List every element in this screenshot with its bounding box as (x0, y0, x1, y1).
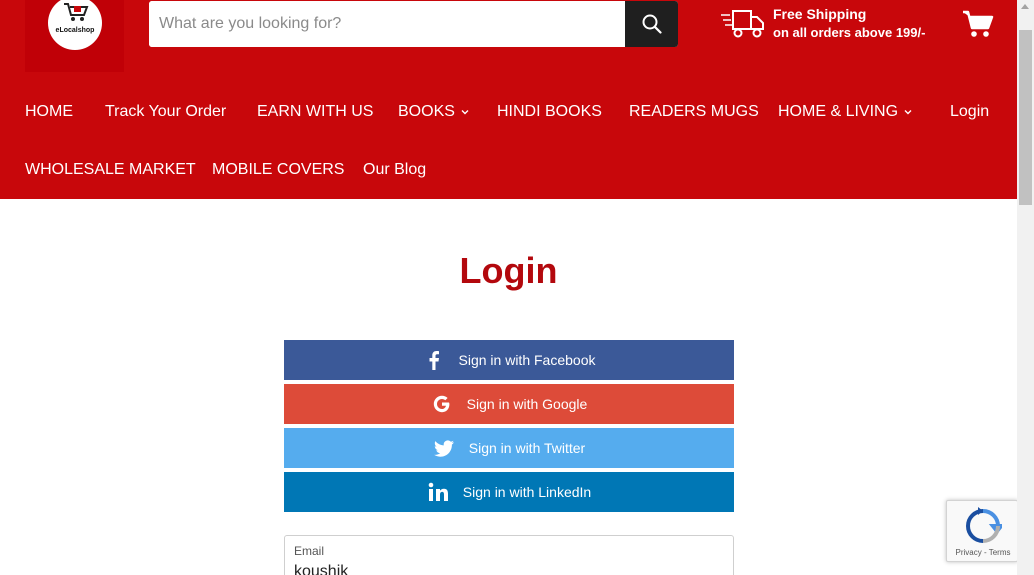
nav-home-living-label: HOME & LIVING (778, 103, 899, 120)
logo-text: eLocalshop (55, 27, 95, 34)
scroll-up-arrow-icon[interactable] (1021, 4, 1029, 9)
google-signin-button[interactable]: Sign in with Google (284, 384, 734, 424)
twitter-signin-button[interactable]: Sign in with Twitter (284, 428, 734, 468)
linkedin-icon (428, 482, 448, 501)
recaptcha-badge[interactable]: Privacy - Terms (946, 500, 1018, 562)
nav-readers-mugs[interactable]: READERS MUGS (629, 103, 759, 121)
nav-home[interactable]: HOME (25, 103, 73, 121)
recaptcha-icon (965, 507, 1002, 543)
nav-our-blog[interactable]: Our Blog (363, 161, 426, 179)
nav-login[interactable]: Login (950, 103, 989, 121)
facebook-signin-label: Sign in with Facebook (458, 352, 596, 368)
email-label: Email (294, 544, 325, 558)
page-title: Login (459, 250, 558, 291)
chevron-down-icon (461, 110, 469, 115)
nav-track-order-label: Track Your Order (105, 103, 227, 120)
chevron-down-icon (904, 110, 912, 115)
nav-wholesale-label: WHOLESALE MARKET (25, 161, 196, 178)
nav-mobile-covers-label: MOBILE COVERS (212, 161, 345, 178)
google-icon (433, 395, 450, 413)
search-icon (642, 14, 662, 34)
cart-logo-icon (64, 3, 89, 21)
scrollbar-thumb[interactable] (1019, 30, 1032, 205)
linkedin-signin-button[interactable]: Sign in with LinkedIn (284, 472, 734, 512)
twitter-icon (433, 440, 454, 457)
email-input[interactable] (294, 560, 714, 575)
nav-books[interactable]: BOOKS (398, 103, 469, 121)
nav-mobile-covers[interactable]: MOBILE COVERS (212, 161, 344, 179)
nav-earn-label: EARN WITH US (257, 103, 374, 120)
search-button[interactable] (625, 1, 678, 47)
page-scrollbar[interactable] (1017, 0, 1034, 575)
twitter-signin-label: Sign in with Twitter (468, 440, 586, 456)
nav-track-order[interactable]: Track Your Order (105, 103, 226, 121)
search-input[interactable] (149, 1, 625, 47)
nav-readers-mugs-label: READERS MUGS (629, 103, 759, 120)
shipping-title: Free Shipping (773, 6, 867, 22)
nav-hindi-books[interactable]: HINDI BOOKS (497, 103, 602, 121)
nav-wholesale-market[interactable]: WHOLESALE MARKET (25, 161, 196, 179)
nav-our-blog-label: Our Blog (363, 161, 427, 178)
shipping-subtitle: on all orders above 199/- (773, 25, 926, 40)
site-header: eLocalshop Free Shipping on all orders a… (0, 0, 1017, 199)
nav-home-label: HOME (25, 103, 73, 120)
logo-badge: eLocalshop (48, 0, 102, 50)
recaptcha-links[interactable]: Privacy - Terms (947, 548, 1019, 557)
linkedin-signin-label: Sign in with LinkedIn (462, 484, 592, 500)
google-signin-label: Sign in with Google (466, 396, 588, 412)
nav-earn-with-us[interactable]: EARN WITH US (257, 103, 373, 121)
facebook-icon (429, 351, 439, 370)
nav-hindi-books-label: HINDI BOOKS (497, 103, 602, 120)
delivery-truck-icon (721, 10, 764, 38)
nav-login-label: Login (950, 103, 990, 120)
search-bar (149, 1, 678, 47)
facebook-signin-button[interactable]: Sign in with Facebook (284, 340, 734, 380)
nav-home-living[interactable]: HOME & LIVING (778, 103, 912, 121)
shopping-cart-icon[interactable] (962, 9, 994, 39)
email-field[interactable]: Email (284, 535, 734, 575)
nav-books-label: BOOKS (398, 103, 455, 120)
logo[interactable]: eLocalshop (25, 0, 124, 72)
